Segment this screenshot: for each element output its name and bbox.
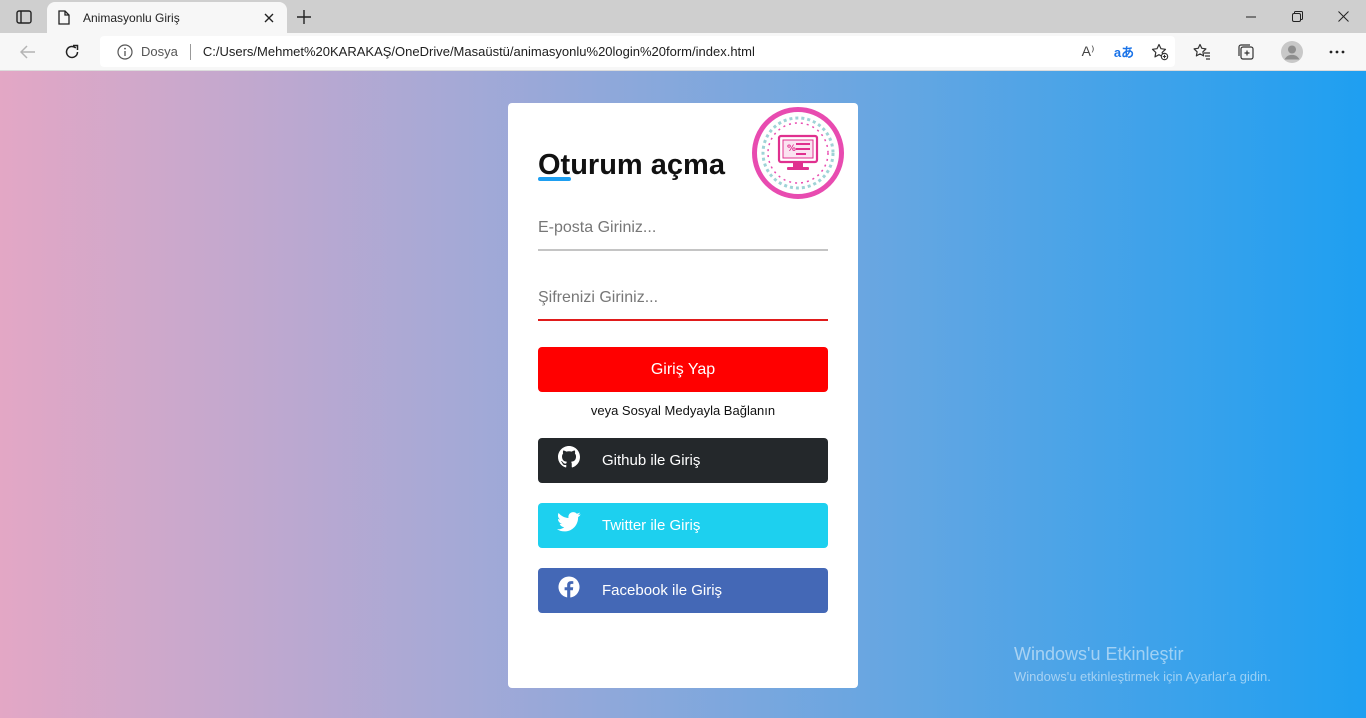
address-bar[interactable]: Dosya C:/Users/Mehmet%20KARAKAŞ/OneDrive… (100, 36, 1175, 67)
github-login-label: Github ile Giriş (602, 452, 701, 469)
tab-actions-icon[interactable] (8, 5, 40, 29)
browser-tab[interactable]: Animasyonlu Giriş (47, 2, 287, 33)
facebook-icon (557, 575, 581, 599)
minimize-icon[interactable] (1228, 0, 1274, 33)
more-icon[interactable] (1322, 37, 1352, 67)
watermark-subtitle: Windows'u etkinleştirmek için Ayarlar'a … (1014, 669, 1271, 684)
info-icon[interactable] (117, 43, 133, 60)
back-arrow-icon[interactable] (13, 37, 43, 67)
page-background: % Oturum açma Giriş Yap veya Sosyal Medy… (0, 71, 1366, 718)
divider (189, 43, 191, 60)
github-login-button[interactable]: Github ile Giriş (538, 438, 828, 483)
facebook-login-label: Facebook ile Giriş (602, 582, 723, 599)
facebook-login-button[interactable]: Facebook ile Giriş (538, 568, 828, 613)
translate-icon[interactable]: aあ (1109, 37, 1139, 67)
page-icon (57, 10, 71, 26)
site-label: Dosya (141, 44, 178, 59)
windows-activation-watermark: Windows'u Etkinleştir Windows'u etkinleş… (1014, 644, 1271, 684)
watermark-title: Windows'u Etkinleştir (1014, 644, 1184, 664)
password-field[interactable] (538, 277, 828, 321)
browser-toolbar: Dosya C:/Users/Mehmet%20KARAKAŞ/OneDrive… (0, 33, 1366, 71)
favorites-icon[interactable] (1187, 37, 1217, 67)
add-favorite-icon[interactable] (1145, 37, 1175, 67)
read-aloud-icon[interactable]: A⁾ (1073, 37, 1103, 67)
collections-icon[interactable] (1231, 37, 1261, 67)
social-login-text: veya Sosyal Medyayla Bağlanın (590, 403, 776, 418)
close-icon[interactable] (261, 10, 277, 26)
tab-title: Animasyonlu Giriş (83, 10, 180, 25)
refresh-icon[interactable] (57, 37, 87, 67)
close-icon[interactable] (1320, 0, 1366, 33)
email-field[interactable] (538, 207, 828, 251)
profile-icon[interactable] (1277, 37, 1307, 67)
login-card: % Oturum açma Giriş Yap veya Sosyal Medy… (508, 103, 858, 688)
url-text[interactable]: C:/Users/Mehmet%20KARAKAŞ/OneDrive/Masaü… (203, 44, 1067, 59)
browser-tab-bar: Animasyonlu Giriş (0, 0, 1366, 33)
svg-text:%: % (787, 144, 796, 154)
logo: % (752, 107, 844, 199)
plus-icon[interactable] (290, 4, 318, 30)
twitter-icon (557, 510, 581, 534)
restore-icon[interactable] (1274, 0, 1320, 33)
twitter-login-button[interactable]: Twitter ile Giriş (538, 503, 828, 548)
title-underline (538, 177, 571, 181)
login-button[interactable]: Giriş Yap (538, 347, 828, 392)
twitter-login-label: Twitter ile Giriş (602, 517, 701, 534)
github-icon (557, 445, 581, 469)
